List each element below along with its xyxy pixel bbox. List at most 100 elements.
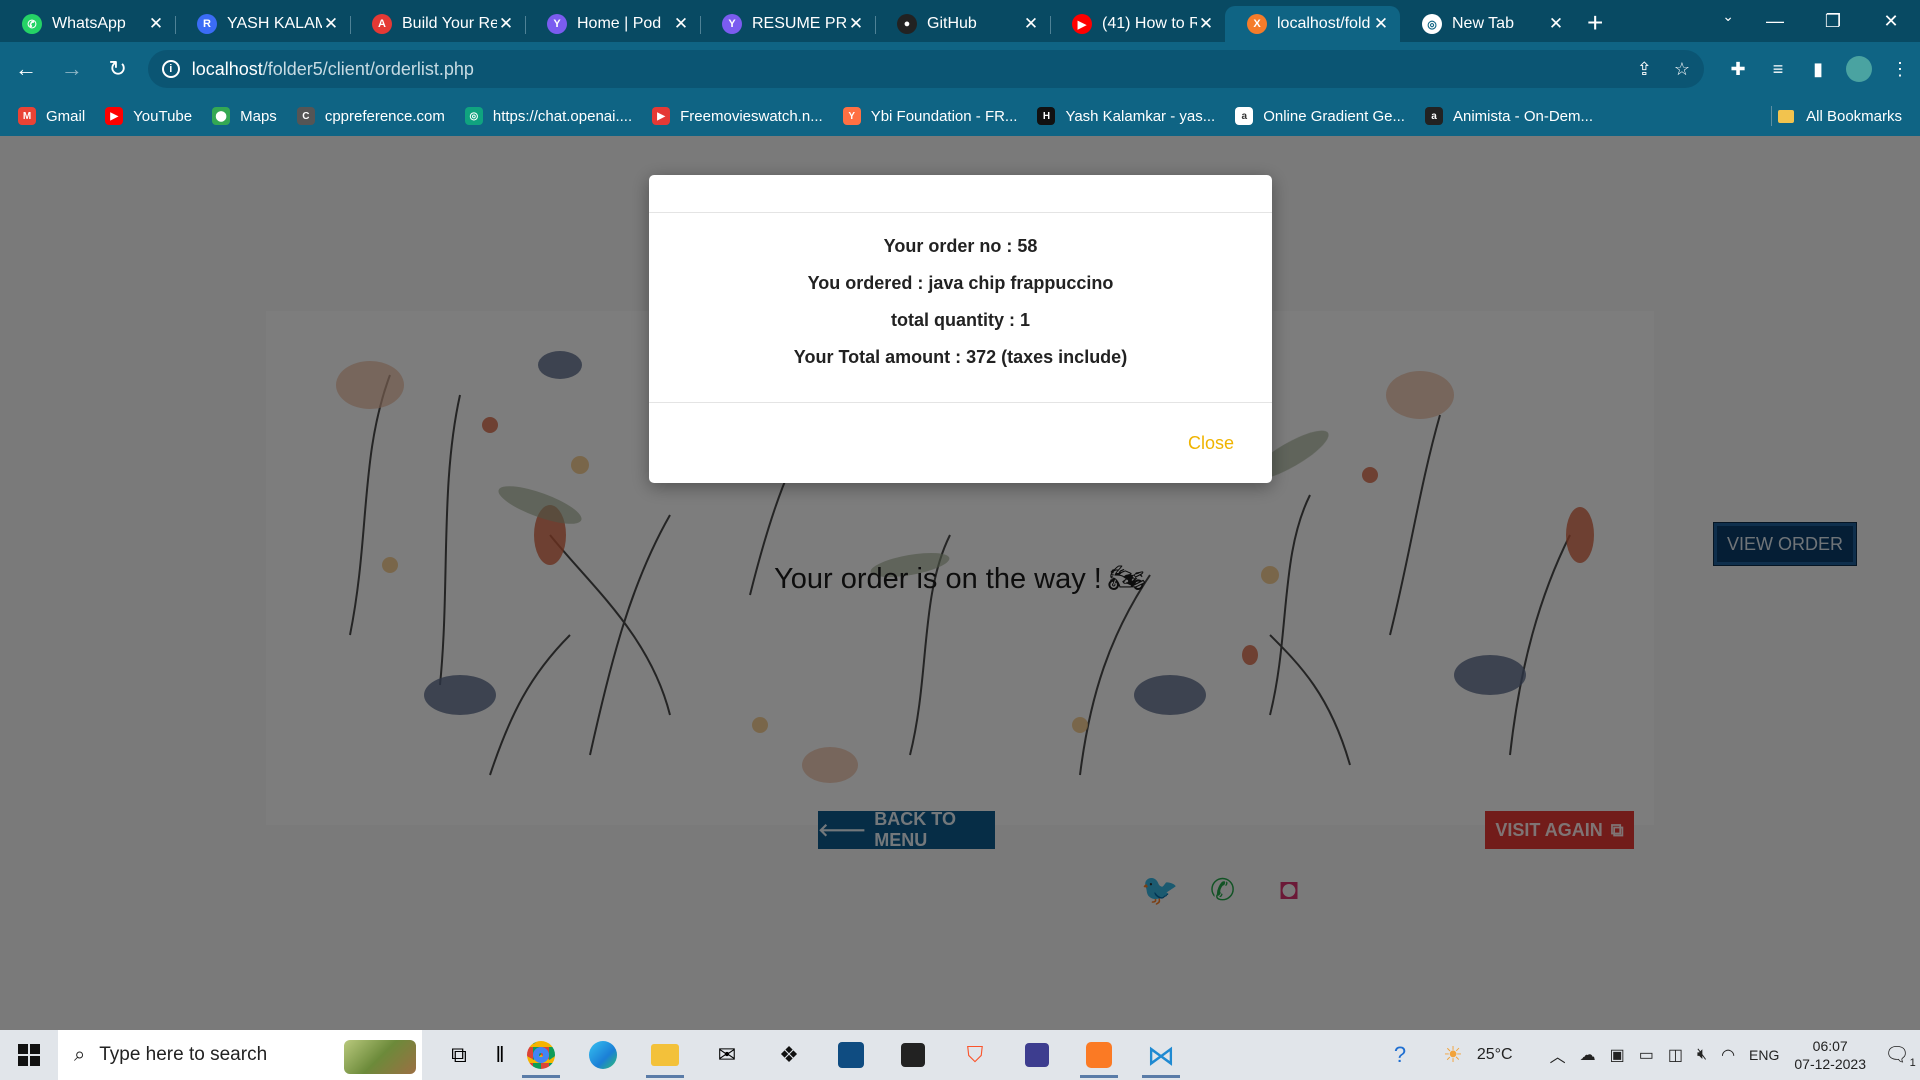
side-panel-icon[interactable]: ▮ <box>1798 59 1838 80</box>
profile-avatar[interactable] <box>1846 56 1873 82</box>
close-tab-icon[interactable]: ✕ <box>1547 14 1565 34</box>
task-view-icon[interactable]: ⧉ <box>428 1030 490 1080</box>
tab-search-chevron-icon[interactable]: ⌄ <box>1722 8 1734 25</box>
bookmark-item[interactable]: ⬤ Maps <box>212 107 277 125</box>
url-host: localhost <box>191 58 263 79</box>
notification-center-icon[interactable]: 🗨1 <box>1880 1042 1920 1069</box>
browser-tab[interactable]: ✆ WhatsApp ✕ <box>0 6 175 42</box>
show-hidden-icons-icon[interactable]: ︿ <box>1550 1043 1566 1067</box>
tab-title: (41) How to R <box>1102 15 1197 32</box>
gmail-icon: M <box>18 107 36 125</box>
bookmark-item[interactable]: Y Ybi Foundation - FR... <box>842 107 1017 125</box>
bookmark-label: Animista - On-Dem... <box>1452 107 1593 125</box>
close-tab-icon[interactable]: ✕ <box>147 14 165 34</box>
bookmarks-bar: M Gmail ▶ YouTube ⬤ Maps Ccppreference.com ◎ htt… <box>0 96 1920 136</box>
bookmark-label: https://chat.openai.... <box>492 107 633 125</box>
modal-header <box>649 175 1272 213</box>
bookmark-item[interactable]: H Yash Kalamkar - yas... <box>1037 107 1215 125</box>
brave-icon[interactable]: ⛉ <box>944 1030 1006 1080</box>
bookmark-item[interactable]: a Animista - On-Dem... <box>1424 107 1593 125</box>
pod-icon: Y <box>547 14 567 34</box>
start-button[interactable] <box>0 1030 58 1080</box>
browser-tab[interactable]: Xlocalhost/fold ✕ <box>1225 6 1400 42</box>
bookmark-label: Online Gradient Ge... <box>1263 107 1405 125</box>
camera-icon[interactable]: ◫ <box>1668 1045 1683 1065</box>
forward-arrow-icon[interactable]: → <box>52 56 92 82</box>
profile-site-icon: H <box>1037 107 1056 125</box>
openai-icon: ◎ <box>464 107 483 125</box>
new-tab-plus-icon[interactable]: + <box>1587 7 1603 39</box>
page-viewport: Your order is on the way !🏍 VIEW ORDER 🡐… <box>0 136 1920 1030</box>
vscode-icon[interactable]: ⋈ <box>1130 1030 1192 1080</box>
battery-icon[interactable]: ▭ <box>1639 1045 1654 1065</box>
youtube-icon: ▶ <box>105 107 124 125</box>
onedrive-icon[interactable]: ☁ <box>1580 1045 1596 1065</box>
tab-title: New Tab <box>1452 15 1514 32</box>
extensions-icon[interactable]: ✚ <box>1718 59 1758 80</box>
mail-icon[interactable]: ✉ <box>696 1030 758 1080</box>
browser-tab[interactable]: ▶ (41) How to R ✕ <box>1050 6 1225 42</box>
chrome-taskbar-icon[interactable] <box>510 1030 572 1080</box>
restore-icon[interactable]: ❐ <box>1804 11 1862 32</box>
modal-body: Your order no : 58 You ordered : java ch… <box>649 213 1272 403</box>
back-arrow-icon[interactable]: ← <box>6 56 46 82</box>
browser-tab[interactable]: ◎ New Tab ✕ <box>1400 6 1575 42</box>
bookmark-star-icon[interactable]: ☆ <box>1674 59 1690 80</box>
tab-title: RESUME PRO <box>752 15 847 32</box>
browser-toolbar: ← → ↻ i localhost/folder5/client/orderli… <box>0 42 1920 96</box>
app-store-icon[interactable] <box>820 1030 882 1080</box>
bookmark-item[interactable]: Ccppreference.com <box>296 107 445 125</box>
meet-icon[interactable]: ▣ <box>1610 1045 1625 1065</box>
browser-tab[interactable]: Y RESUME PRO✕ <box>700 6 875 42</box>
search-icon: ⌕ <box>74 1043 86 1066</box>
close-tab-icon[interactable]: ✕ <box>1022 14 1040 34</box>
minimize-icon[interactable]: — <box>1746 11 1804 32</box>
browser-tab[interactable]: ● GitHub ✕ <box>875 6 1050 42</box>
browser-tab[interactable]: A Build Your Re ✕ <box>350 6 525 42</box>
close-tab-icon[interactable]: ✕ <box>1197 14 1215 34</box>
edge-taskbar-icon[interactable] <box>572 1030 634 1080</box>
file-explorer-icon[interactable] <box>634 1030 696 1080</box>
browser-tab[interactable]: Y Home | Pod ✕ <box>525 6 700 42</box>
phpstorm-icon[interactable] <box>1006 1030 1068 1080</box>
window-controls: — ❐ ✕ <box>1746 0 1920 42</box>
clock[interactable]: 06:07 07-12-2023 <box>1794 1037 1866 1073</box>
bookmark-item[interactable]: ▶ YouTube <box>105 107 192 125</box>
bookmark-item[interactable]: ▶ Freemovieswatch.n... <box>652 107 823 125</box>
close-window-icon[interactable]: ✕ <box>1862 11 1920 32</box>
browser-tab[interactable]: R YASH KALAM ✕ <box>175 6 350 42</box>
help-icon[interactable]: ? <box>1394 1042 1406 1068</box>
close-tab-icon[interactable]: ✕ <box>322 14 340 34</box>
share-icon[interactable]: ⇪ <box>1637 59 1652 80</box>
volume-muted-icon[interactable]: 🔇︎ <box>1697 1046 1707 1064</box>
order-number-line: Your order no : 58 <box>883 236 1038 256</box>
close-tab-icon[interactable]: ✕ <box>1372 14 1390 34</box>
language-indicator[interactable]: ENG <box>1749 1047 1779 1063</box>
menu-kebab-icon[interactable]: ⋮ <box>1880 59 1920 80</box>
address-bar[interactable]: i localhost/folder5/client/orderlist.php… <box>147 50 1705 88</box>
clock-date: 07-12-2023 <box>1794 1056 1866 1072</box>
media-controls-icon[interactable]: ≡ <box>1758 59 1798 80</box>
tab-title: Build Your Re <box>402 15 497 32</box>
site-info-icon[interactable]: i <box>161 60 180 78</box>
media-app-icon[interactable] <box>882 1030 944 1080</box>
xampp-taskbar-icon[interactable] <box>1068 1030 1130 1080</box>
order-details-modal: Your order no : 58 You ordered : java ch… <box>649 175 1272 483</box>
resume-app-icon: R <box>197 14 217 34</box>
bookmark-item[interactable]: ◎ https://chat.openai.... <box>464 107 633 125</box>
taskbar-search[interactable]: ⌕ Type here to search <box>58 1030 422 1080</box>
total-amount-line: Your Total amount : 372 (taxes include) <box>793 347 1128 367</box>
close-tab-icon[interactable]: ✕ <box>497 14 515 34</box>
close-tab-icon[interactable]: ✕ <box>847 14 865 34</box>
dropbox-icon[interactable]: ❖ <box>758 1030 820 1080</box>
bookmark-item[interactable]: a Online Gradient Ge... <box>1235 107 1405 125</box>
bookmark-item[interactable]: M Gmail <box>18 107 85 125</box>
close-tab-icon[interactable]: ✕ <box>672 14 690 34</box>
all-bookmarks-button[interactable]: All Bookmarks <box>1778 96 1902 136</box>
weather-icon[interactable]: ☀ <box>1443 1042 1463 1068</box>
resume-pro-icon: Y <box>722 14 742 34</box>
windows-logo-icon <box>18 1044 40 1066</box>
close-modal-button[interactable]: Close <box>1188 433 1234 454</box>
wifi-icon[interactable]: ◠ <box>1721 1045 1735 1065</box>
reload-icon[interactable]: ↻ <box>98 56 138 82</box>
